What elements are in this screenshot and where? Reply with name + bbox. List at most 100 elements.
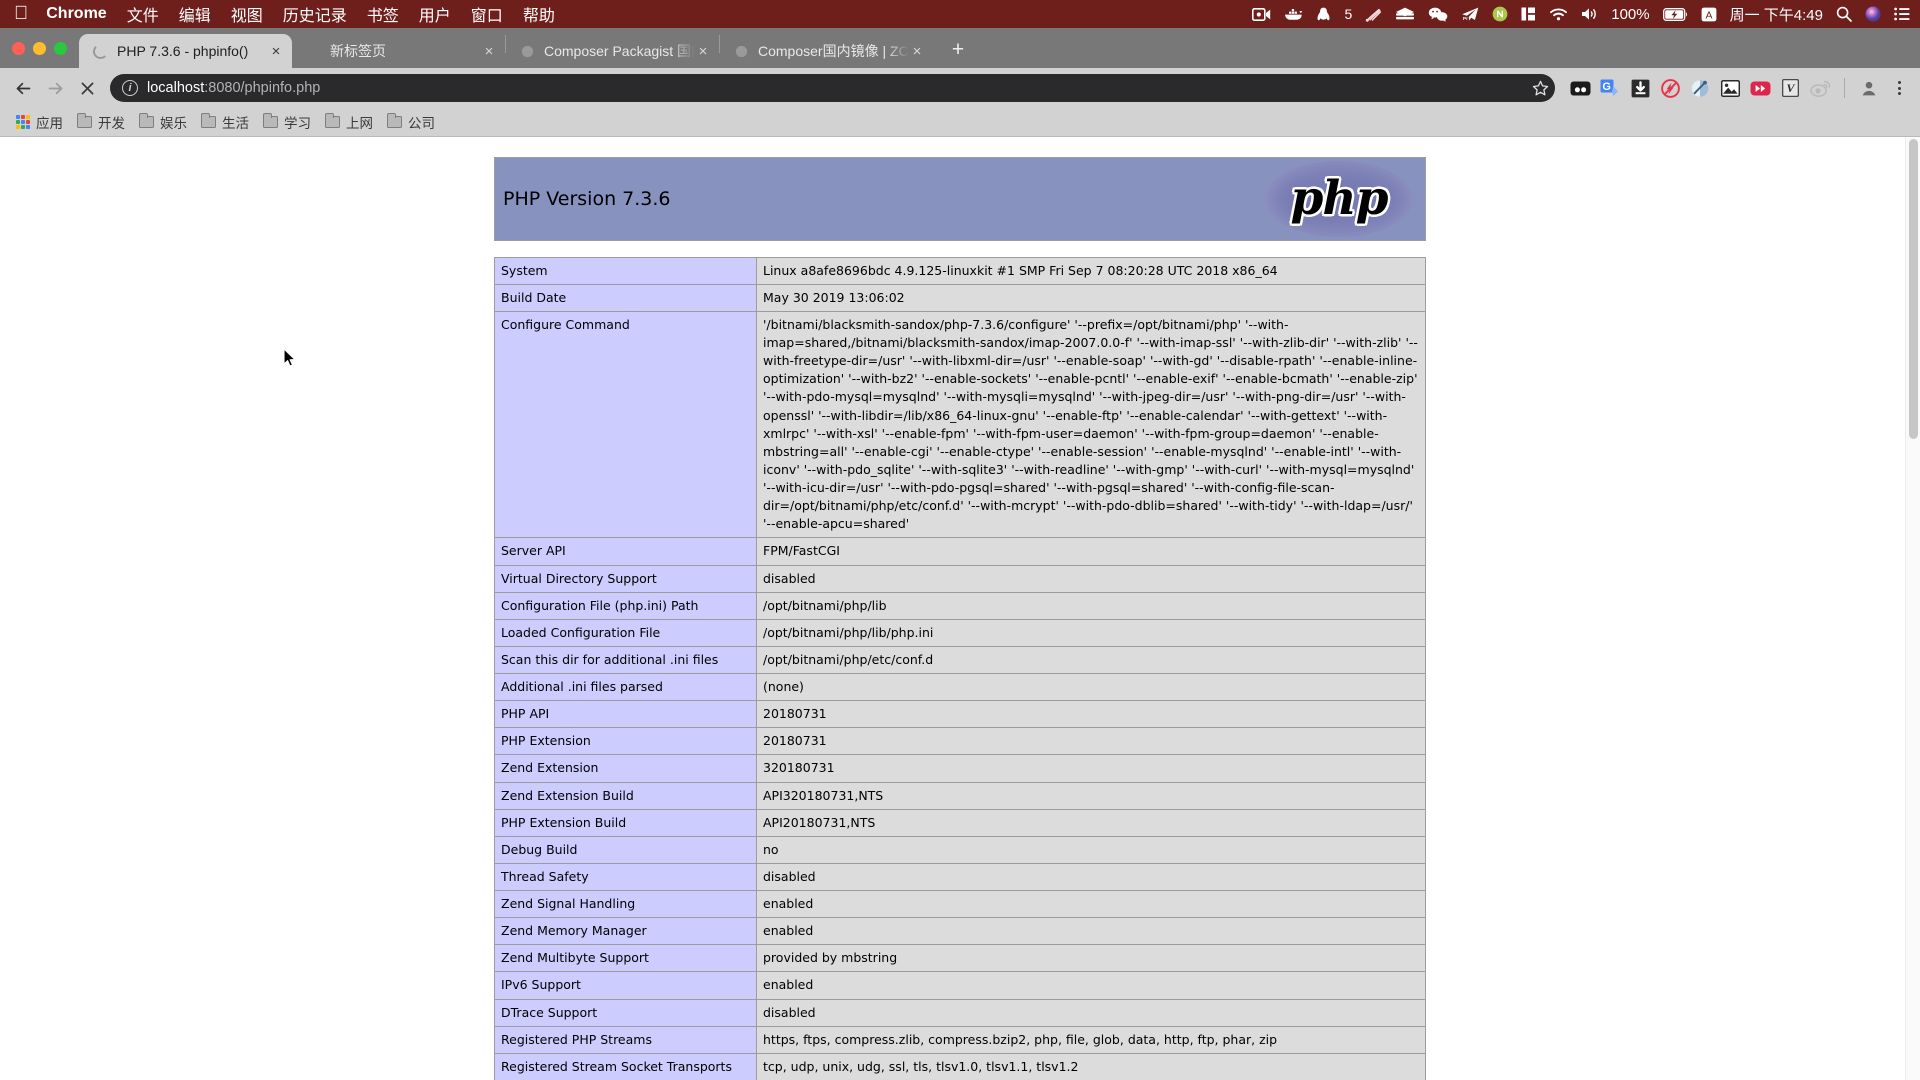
tab-composer-packagist[interactable]: Composer Packagist 国内全量 × <box>506 34 719 68</box>
bookmark-folder-study[interactable]: 学习 <box>259 110 321 134</box>
site-info-icon[interactable]: i <box>122 80 138 97</box>
row-key: PHP Extension <box>494 727 757 756</box>
tab-close-button[interactable]: × <box>268 43 284 59</box>
tab-composer-mirror[interactable]: Composer国内镜像 | ZCompos × <box>720 34 933 68</box>
tab-close-button[interactable]: × <box>695 43 711 59</box>
shadowsocks-icon[interactable] <box>1395 7 1415 21</box>
tab-close-button[interactable]: × <box>481 43 497 59</box>
user-avatar-icon[interactable] <box>1858 77 1880 99</box>
downloader-extension-icon[interactable] <box>1629 77 1651 99</box>
wifi-icon[interactable] <box>1549 7 1568 21</box>
page-scrollbar[interactable] <box>1905 136 1920 1080</box>
menu-bookmarks[interactable]: 书签 <box>367 2 399 26</box>
menu-file[interactable]: 文件 <box>127 2 159 26</box>
svg-text:A: A <box>1705 9 1712 21</box>
bookmark-folder-dev[interactable]: 开发 <box>73 110 135 134</box>
battery-charging-icon[interactable] <box>1662 7 1688 21</box>
row-value: disabled <box>756 862 1426 892</box>
row-key: Server API <box>494 537 757 566</box>
snipaste-icon[interactable] <box>1365 7 1382 22</box>
phpinfo-header: PHP Version 7.3.6 php <box>494 156 1426 241</box>
back-arrow-icon[interactable] <box>8 73 38 103</box>
tab-phpinfo[interactable]: PHP 7.3.6 - phpinfo() × <box>79 34 292 68</box>
n-compass-icon[interactable] <box>1492 6 1508 22</box>
bookmark-folder-life[interactable]: 生活 <box>197 110 259 134</box>
url-path-text: :8080/phpinfo.php <box>204 80 321 97</box>
table-row: Configure Command '/bitnami/blacksmith-sa… <box>494 310 1426 539</box>
bookmark-folder-internet[interactable]: 上网 <box>321 110 383 134</box>
zoom-window-button[interactable] <box>54 41 67 55</box>
input-method-indicator[interactable]: A <box>1701 7 1717 22</box>
toolbar-divider <box>1844 78 1845 99</box>
url-host-text: localhost <box>147 80 205 97</box>
bartender-icon[interactable] <box>1521 7 1536 21</box>
row-value: enabled <box>756 917 1426 946</box>
bookmark-label: 上网 <box>346 115 373 131</box>
spotlight-search-icon[interactable] <box>1836 6 1852 22</box>
tab-title: 新标签页 <box>330 43 386 59</box>
address-bar[interactable]: i localhost:8080/phpinfo.php <box>110 74 1555 103</box>
tab-new-tab-page[interactable]: 新标签页 × <box>292 34 505 68</box>
bookmark-folder-entertainment[interactable]: 娱乐 <box>135 110 197 134</box>
proxy-switchy-icon[interactable] <box>1689 77 1711 99</box>
flash-blocker-icon[interactable] <box>1659 77 1681 99</box>
control-center-icon[interactable] <box>1894 7 1910 21</box>
wechat-icon[interactable] <box>1428 7 1448 22</box>
new-tab-button[interactable]: + <box>943 35 973 65</box>
table-row: Zend Multibyte Support provided by mbstri… <box>494 944 1426 973</box>
table-row: Thread Safety disabled <box>494 862 1426 892</box>
menu-bar-tray: 5 Pr 100% A 周一 下午4:49 <box>1252 4 1910 25</box>
apple-logo-icon[interactable]:  <box>14 4 28 23</box>
bookmark-star-icon[interactable] <box>1525 74 1555 102</box>
screen-record-icon[interactable] <box>1252 7 1271 21</box>
momentum-extension-icon[interactable] <box>1569 77 1591 99</box>
row-key: Additional .ini files parsed <box>494 673 757 702</box>
bookmark-label: 应用 <box>36 115 63 131</box>
tab-favicon-icon <box>518 42 536 60</box>
menu-profiles[interactable]: 用户 <box>419 2 451 26</box>
row-value: /opt/bitnami/php/lib/php.ini <box>756 618 1426 647</box>
battery-percent-label: 100% <box>1611 5 1650 23</box>
siri-icon[interactable] <box>1865 6 1881 22</box>
docker-whale-icon[interactable] <box>1284 7 1304 21</box>
menu-help[interactable]: 帮助 <box>523 2 555 26</box>
volume-icon[interactable] <box>1581 7 1598 21</box>
row-value: disabled <box>756 998 1426 1027</box>
menu-bar-clock[interactable]: 周一 下午4:49 <box>1730 4 1823 25</box>
bookmark-apps[interactable]: 应用 <box>12 110 73 134</box>
menu-edit[interactable]: 编辑 <box>179 2 211 26</box>
phpinfo-table-body: System Linux a8afe8696bdc 4.9.125-linuxki… <box>494 256 1426 1080</box>
menu-history[interactable]: 历史记录 <box>283 2 347 26</box>
folder-icon <box>324 112 340 128</box>
row-value: (none) <box>756 673 1426 702</box>
tab-title: PHP 7.3.6 - phpinfo() <box>117 43 249 59</box>
paste-plane-icon[interactable]: Pr <box>1461 7 1479 21</box>
weibo-extension-icon[interactable] <box>1809 77 1831 99</box>
image-assistant-icon[interactable] <box>1719 77 1741 99</box>
row-value: Linux a8afe8696bdc 4.9.125-linuxkit #1 S… <box>756 256 1426 285</box>
row-key: Configure Command <box>494 310 757 539</box>
row-value: API320180731,NTS <box>756 781 1426 810</box>
row-key: Configuration File (php.ini) Path <box>494 591 757 620</box>
tab-close-button[interactable]: × <box>909 43 925 59</box>
table-row: Server API FPM/FastCGI <box>494 537 1426 566</box>
scrollbar-thumb[interactable] <box>1909 138 1918 439</box>
vimium-extension-icon[interactable]: V <box>1779 77 1801 99</box>
svg-text:V: V <box>1786 81 1795 95</box>
google-translate-icon[interactable]: G <box>1599 77 1621 99</box>
forward-arrow-icon[interactable] <box>40 73 70 103</box>
phpinfo-core-table: System Linux a8afe8696bdc 4.9.125-linuxki… <box>494 256 1426 1080</box>
qq-penguin-icon[interactable] <box>1317 7 1330 22</box>
menu-view[interactable]: 视图 <box>231 2 263 26</box>
stop-loading-icon[interactable] <box>72 73 102 103</box>
close-window-button[interactable] <box>12 41 25 55</box>
youtube-speed-icon[interactable] <box>1749 77 1771 99</box>
row-value: /opt/bitnami/php/etc/conf.d <box>756 645 1426 675</box>
folder-icon <box>138 112 154 128</box>
row-value: enabled <box>756 890 1426 919</box>
menu-chrome[interactable]: Chrome <box>46 5 106 23</box>
minimize-window-button[interactable] <box>33 41 46 55</box>
chrome-menu-icon[interactable] <box>1888 77 1910 99</box>
menu-window[interactable]: 窗口 <box>471 2 503 26</box>
bookmark-folder-company[interactable]: 公司 <box>383 110 445 134</box>
